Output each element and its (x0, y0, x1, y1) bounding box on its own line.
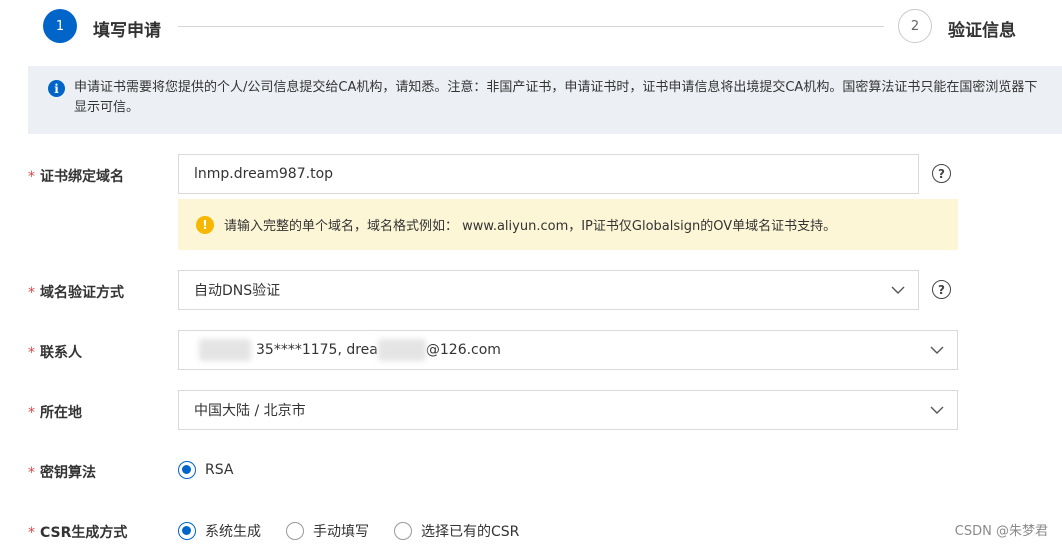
contact-value-part1: 35****1175, drea (256, 342, 378, 358)
radio-checked-icon (178, 461, 196, 479)
domain-warning: ! 请输入完整的单个域名，域名格式例如： www.aliyun.com，IP证书… (178, 199, 958, 250)
info-notice: i 申请证书需要将您提供的个人/公司信息提交给CA机构，请知悉。注意：非国产证书… (28, 66, 1062, 134)
radio-unchecked-icon (394, 522, 412, 540)
contact-label: * 联系人 (28, 345, 82, 361)
contact-value-part2: @126.com (425, 342, 501, 358)
warning-icon: ! (196, 215, 214, 234)
redacted-name (199, 339, 251, 361)
redacted-email (377, 339, 426, 361)
location-value: 中国大陆 / 北京市 (194, 403, 306, 419)
verify-method-select[interactable]: 自动DNS验证 (178, 270, 919, 310)
csr-radio-group: 系统生成 手动填写 选择已有的CSR (178, 521, 544, 541)
radio-manual-fill[interactable]: 手动填写 (286, 521, 369, 541)
verify-method-value: 自动DNS验证 (194, 283, 281, 299)
verify-method-label: * 域名验证方式 (28, 285, 124, 301)
step-2-label: 验证信息 (948, 21, 1016, 41)
step-1-number: 1 (43, 9, 77, 43)
domain-warning-text: 请输入完整的单个域名，域名格式例如： www.aliyun.com，IP证书仅G… (224, 219, 837, 234)
domain-help-icon[interactable]: ? (932, 164, 951, 183)
radio-checked-icon (178, 522, 196, 540)
step-connector (178, 26, 884, 27)
notice-text: 申请证书需要将您提供的个人/公司信息提交给CA机构，请知悉。注意：非国产证书，申… (74, 80, 1038, 115)
step-indicator: 1 填写申请 2 验证信息 (0, 0, 1062, 56)
chevron-down-icon (930, 406, 944, 414)
radio-rsa[interactable]: RSA (178, 461, 233, 479)
verify-method-help-icon[interactable]: ? (932, 280, 951, 299)
algorithm-radio-group: RSA (178, 461, 258, 479)
chevron-down-icon (891, 286, 905, 294)
chevron-down-icon (930, 346, 944, 354)
domain-label: * 证书绑定域名 (28, 169, 124, 185)
step-1-label: 填写申请 (93, 21, 161, 41)
watermark: CSDN @朱梦君 (954, 524, 1048, 539)
step-2-number: 2 (898, 9, 932, 43)
radio-existing-csr[interactable]: 选择已有的CSR (394, 521, 519, 541)
domain-input-value: lnmp.dream987.top (194, 166, 334, 182)
domain-input[interactable]: lnmp.dream987.top (178, 154, 919, 194)
location-label: * 所在地 (28, 405, 82, 421)
csr-label: * CSR生成方式 (28, 525, 128, 541)
algorithm-label: * 密钥算法 (28, 465, 96, 481)
info-icon: i (48, 80, 65, 97)
location-select[interactable]: 中国大陆 / 北京市 (178, 390, 958, 430)
contact-select[interactable]: 35****1175, drea @126.com (178, 330, 958, 370)
radio-system-generate[interactable]: 系统生成 (178, 521, 261, 541)
radio-unchecked-icon (286, 522, 304, 540)
